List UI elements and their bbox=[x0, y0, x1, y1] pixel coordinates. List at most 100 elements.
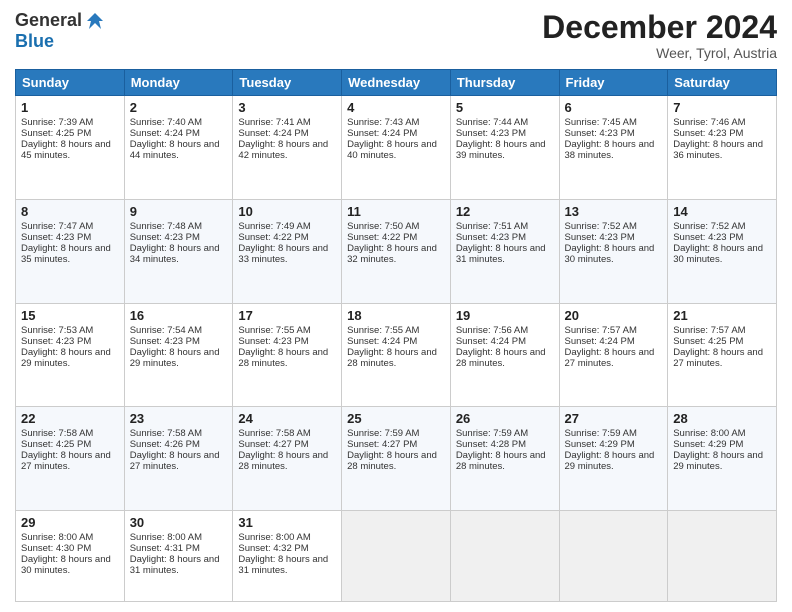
day-number: 18 bbox=[347, 308, 445, 323]
day-number: 20 bbox=[565, 308, 663, 323]
table-row: 7 Sunrise: 7:46 AM Sunset: 4:23 PM Dayli… bbox=[668, 96, 777, 200]
daylight-text: Daylight: 8 hours and 34 minutes. bbox=[130, 243, 220, 265]
table-row bbox=[342, 511, 451, 602]
daylight-text: Daylight: 8 hours and 38 minutes. bbox=[565, 139, 655, 161]
sunrise-text: Sunrise: 7:48 AM bbox=[130, 221, 202, 232]
table-row: 10 Sunrise: 7:49 AM Sunset: 4:22 PM Dayl… bbox=[233, 199, 342, 303]
sunset-text: Sunset: 4:26 PM bbox=[130, 439, 200, 450]
sunset-text: Sunset: 4:24 PM bbox=[456, 336, 526, 347]
col-sunday: Sunday bbox=[16, 70, 125, 96]
table-row bbox=[559, 511, 668, 602]
sunrise-text: Sunrise: 7:43 AM bbox=[347, 117, 419, 128]
logo-blue: Blue bbox=[15, 31, 54, 52]
sunset-text: Sunset: 4:24 PM bbox=[565, 336, 635, 347]
sunrise-text: Sunrise: 7:57 AM bbox=[565, 325, 637, 336]
day-number: 8 bbox=[21, 204, 119, 219]
table-row: 27 Sunrise: 7:59 AM Sunset: 4:29 PM Dayl… bbox=[559, 407, 668, 511]
col-monday: Monday bbox=[124, 70, 233, 96]
day-number: 28 bbox=[673, 411, 771, 426]
sunset-text: Sunset: 4:22 PM bbox=[347, 232, 417, 243]
table-row: 12 Sunrise: 7:51 AM Sunset: 4:23 PM Dayl… bbox=[450, 199, 559, 303]
sunset-text: Sunset: 4:23 PM bbox=[130, 336, 200, 347]
sunset-text: Sunset: 4:22 PM bbox=[238, 232, 308, 243]
sunset-text: Sunset: 4:27 PM bbox=[347, 439, 417, 450]
daylight-text: Daylight: 8 hours and 31 minutes. bbox=[238, 554, 328, 576]
table-row: 11 Sunrise: 7:50 AM Sunset: 4:22 PM Dayl… bbox=[342, 199, 451, 303]
daylight-text: Daylight: 8 hours and 44 minutes. bbox=[130, 139, 220, 161]
sunset-text: Sunset: 4:23 PM bbox=[456, 232, 526, 243]
location-subtitle: Weer, Tyrol, Austria bbox=[542, 45, 777, 61]
table-row: 13 Sunrise: 7:52 AM Sunset: 4:23 PM Dayl… bbox=[559, 199, 668, 303]
sunset-text: Sunset: 4:24 PM bbox=[347, 336, 417, 347]
day-number: 27 bbox=[565, 411, 663, 426]
sunset-text: Sunset: 4:23 PM bbox=[456, 128, 526, 139]
daylight-text: Daylight: 8 hours and 42 minutes. bbox=[238, 139, 328, 161]
sunset-text: Sunset: 4:25 PM bbox=[21, 439, 91, 450]
sunset-text: Sunset: 4:31 PM bbox=[130, 543, 200, 554]
sunrise-text: Sunrise: 7:58 AM bbox=[130, 428, 202, 439]
sunrise-text: Sunrise: 7:45 AM bbox=[565, 117, 637, 128]
sunset-text: Sunset: 4:24 PM bbox=[130, 128, 200, 139]
daylight-text: Daylight: 8 hours and 28 minutes. bbox=[456, 450, 546, 472]
daylight-text: Daylight: 8 hours and 28 minutes. bbox=[238, 347, 328, 369]
sunrise-text: Sunrise: 7:59 AM bbox=[347, 428, 419, 439]
day-number: 10 bbox=[238, 204, 336, 219]
col-saturday: Saturday bbox=[668, 70, 777, 96]
day-number: 23 bbox=[130, 411, 228, 426]
page: General Blue December 2024 Weer, Tyrol, … bbox=[0, 0, 792, 612]
sunset-text: Sunset: 4:25 PM bbox=[673, 336, 743, 347]
day-number: 11 bbox=[347, 204, 445, 219]
table-row bbox=[668, 511, 777, 602]
day-number: 31 bbox=[238, 515, 336, 530]
sunrise-text: Sunrise: 7:41 AM bbox=[238, 117, 310, 128]
daylight-text: Daylight: 8 hours and 32 minutes. bbox=[347, 243, 437, 265]
table-row: 17 Sunrise: 7:55 AM Sunset: 4:23 PM Dayl… bbox=[233, 303, 342, 407]
table-row: 23 Sunrise: 7:58 AM Sunset: 4:26 PM Dayl… bbox=[124, 407, 233, 511]
table-row: 28 Sunrise: 8:00 AM Sunset: 4:29 PM Dayl… bbox=[668, 407, 777, 511]
sunrise-text: Sunrise: 8:00 AM bbox=[130, 532, 202, 543]
daylight-text: Daylight: 8 hours and 27 minutes. bbox=[130, 450, 220, 472]
day-number: 7 bbox=[673, 100, 771, 115]
table-row: 25 Sunrise: 7:59 AM Sunset: 4:27 PM Dayl… bbox=[342, 407, 451, 511]
day-number: 6 bbox=[565, 100, 663, 115]
sunrise-text: Sunrise: 7:54 AM bbox=[130, 325, 202, 336]
day-number: 12 bbox=[456, 204, 554, 219]
sunset-text: Sunset: 4:30 PM bbox=[21, 543, 91, 554]
table-row: 21 Sunrise: 7:57 AM Sunset: 4:25 PM Dayl… bbox=[668, 303, 777, 407]
day-number: 25 bbox=[347, 411, 445, 426]
sunset-text: Sunset: 4:23 PM bbox=[565, 232, 635, 243]
daylight-text: Daylight: 8 hours and 29 minutes. bbox=[565, 450, 655, 472]
table-row: 19 Sunrise: 7:56 AM Sunset: 4:24 PM Dayl… bbox=[450, 303, 559, 407]
table-row: 31 Sunrise: 8:00 AM Sunset: 4:32 PM Dayl… bbox=[233, 511, 342, 602]
logo-general: General bbox=[15, 10, 82, 31]
sunrise-text: Sunrise: 7:47 AM bbox=[21, 221, 93, 232]
sunrise-text: Sunrise: 7:51 AM bbox=[456, 221, 528, 232]
day-number: 19 bbox=[456, 308, 554, 323]
table-row: 20 Sunrise: 7:57 AM Sunset: 4:24 PM Dayl… bbox=[559, 303, 668, 407]
day-number: 5 bbox=[456, 100, 554, 115]
sunrise-text: Sunrise: 7:57 AM bbox=[673, 325, 745, 336]
sunset-text: Sunset: 4:24 PM bbox=[238, 128, 308, 139]
day-number: 29 bbox=[21, 515, 119, 530]
table-row: 29 Sunrise: 8:00 AM Sunset: 4:30 PM Dayl… bbox=[16, 511, 125, 602]
sunset-text: Sunset: 4:23 PM bbox=[21, 336, 91, 347]
col-wednesday: Wednesday bbox=[342, 70, 451, 96]
day-number: 15 bbox=[21, 308, 119, 323]
logo: General Blue bbox=[15, 10, 105, 52]
col-friday: Friday bbox=[559, 70, 668, 96]
sunset-text: Sunset: 4:23 PM bbox=[21, 232, 91, 243]
day-number: 4 bbox=[347, 100, 445, 115]
day-number: 14 bbox=[673, 204, 771, 219]
daylight-text: Daylight: 8 hours and 29 minutes. bbox=[130, 347, 220, 369]
table-row: 22 Sunrise: 7:58 AM Sunset: 4:25 PM Dayl… bbox=[16, 407, 125, 511]
daylight-text: Daylight: 8 hours and 33 minutes. bbox=[238, 243, 328, 265]
table-row: 14 Sunrise: 7:52 AM Sunset: 4:23 PM Dayl… bbox=[668, 199, 777, 303]
sunrise-text: Sunrise: 8:00 AM bbox=[238, 532, 310, 543]
sunrise-text: Sunrise: 7:39 AM bbox=[21, 117, 93, 128]
daylight-text: Daylight: 8 hours and 31 minutes. bbox=[130, 554, 220, 576]
daylight-text: Daylight: 8 hours and 29 minutes. bbox=[673, 450, 763, 472]
table-row: 24 Sunrise: 7:58 AM Sunset: 4:27 PM Dayl… bbox=[233, 407, 342, 511]
table-row: 15 Sunrise: 7:53 AM Sunset: 4:23 PM Dayl… bbox=[16, 303, 125, 407]
sunrise-text: Sunrise: 7:59 AM bbox=[456, 428, 528, 439]
sunset-text: Sunset: 4:32 PM bbox=[238, 543, 308, 554]
